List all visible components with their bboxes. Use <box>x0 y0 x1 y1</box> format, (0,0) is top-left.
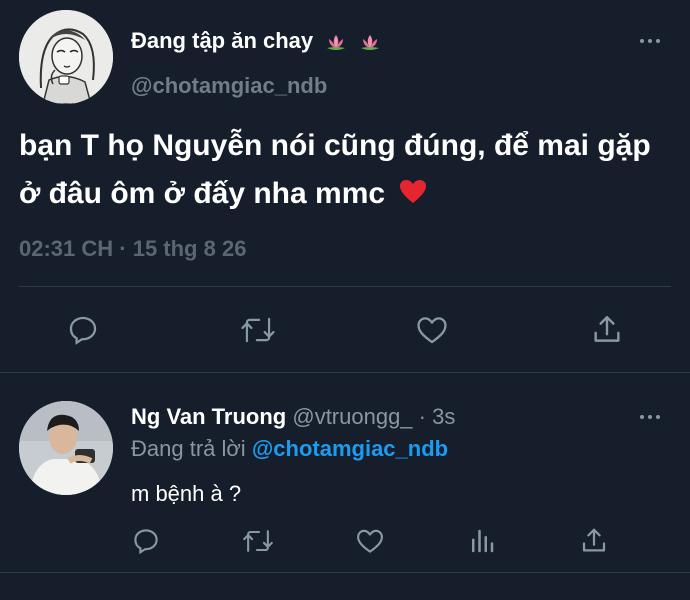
replying-to-mention[interactable]: @chotamgiac_ndb <box>252 436 448 461</box>
like-icon <box>417 317 447 344</box>
avatar-sketch-image <box>19 10 113 104</box>
lotus-emoji <box>327 35 346 51</box>
red-heart-emoji <box>400 180 427 203</box>
reply-time[interactable]: · 3s <box>419 404 456 429</box>
retweet-button[interactable] <box>240 313 276 347</box>
more-icon[interactable] <box>640 36 664 46</box>
share-icon <box>582 528 606 552</box>
reply-button[interactable] <box>66 313 100 347</box>
reply-icon <box>134 529 158 555</box>
reply-author-name[interactable]: Ng Van Truong <box>131 404 286 429</box>
share-icon <box>594 316 620 342</box>
divider <box>0 372 690 373</box>
main-tweet: Đang tập ăn chay @chotamgiac_ndb bạn T h… <box>0 0 690 372</box>
reply-author-handle[interactable]: @vtruongg_ <box>292 404 412 429</box>
reply-retweet-button[interactable] <box>242 526 274 556</box>
retweet-icon <box>241 317 275 343</box>
reply-text: m bệnh à ? <box>131 481 242 506</box>
replying-to: Đang trả lời @chotamgiac_ndb <box>131 436 448 462</box>
divider <box>19 286 671 287</box>
reply-header: Ng Van Truong @vtruongg_ · 3s <box>131 404 455 430</box>
reply-like-button[interactable] <box>355 526 385 556</box>
reply-avatar-photo <box>19 401 113 495</box>
tweet-text: bạn T họ Nguyễn nói cũng đúng, để mai gặ… <box>19 122 679 218</box>
tweet-timestamp[interactable]: 02:31 CH · 15 thg 8 26 <box>19 236 246 262</box>
reply-analytics-button[interactable] <box>467 526 497 556</box>
author-name-text[interactable]: Đang tập ăn chay <box>131 28 313 53</box>
replying-to-label: Đang trả lời <box>131 436 246 461</box>
like-button[interactable] <box>415 313 449 347</box>
reply-reply-button[interactable] <box>131 526 161 556</box>
more-icon[interactable] <box>640 412 664 422</box>
analytics-icon <box>472 529 494 553</box>
author-name[interactable]: Đang tập ăn chay <box>131 28 381 54</box>
like-icon <box>357 529 383 553</box>
reply-share-button[interactable] <box>579 526 609 556</box>
lotus-emoji <box>361 35 380 51</box>
author-handle[interactable]: @chotamgiac_ndb <box>131 73 327 99</box>
avatar[interactable] <box>19 10 113 104</box>
share-button[interactable] <box>590 313 624 347</box>
divider <box>0 572 690 573</box>
reply-avatar[interactable] <box>19 401 113 495</box>
reply-icon <box>69 316 97 345</box>
tweet-text-content: bạn T họ Nguyễn nói cũng đúng, để mai gặ… <box>19 129 651 210</box>
retweet-icon <box>243 530 273 552</box>
